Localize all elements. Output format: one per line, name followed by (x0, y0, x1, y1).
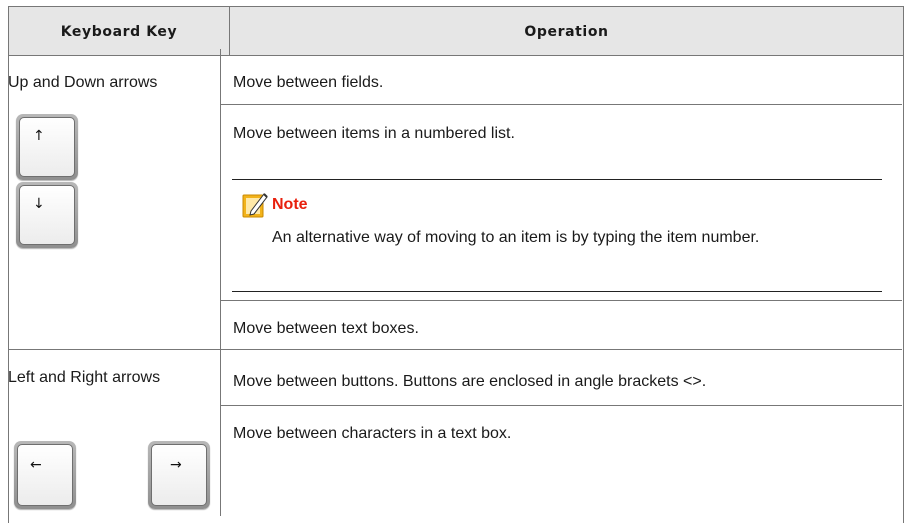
arrow-left-icon: ← (30, 457, 42, 473)
row-divider (221, 300, 902, 301)
note-title: Note (272, 196, 308, 213)
note-body: An alternative way of moving to an item … (272, 229, 760, 246)
arrow-up-icon: ↑ (33, 128, 45, 144)
header-keyboard-key: Keyboard Key (9, 7, 230, 55)
note-top-rule (232, 179, 882, 180)
operation-text: Move between fields. (233, 74, 384, 91)
note-pencil-icon (242, 193, 268, 218)
key-label-up-down: Up and Down arrows (8, 74, 158, 91)
header-operation: Operation (524, 24, 609, 40)
operation-text: Move between items in a numbered list. (233, 125, 515, 142)
table-header-row: Keyboard Key Operation (9, 7, 903, 56)
column-divider (220, 49, 221, 516)
row-divider (221, 405, 902, 406)
note-bottom-rule (232, 291, 882, 292)
right-arrow-key: → (148, 441, 210, 509)
key-label-left-right: Left and Right arrows (8, 369, 161, 386)
arrow-down-icon: ↓ (33, 196, 45, 212)
down-arrow-key: ↓ (16, 182, 78, 248)
row-divider (8, 349, 902, 350)
operation-text: Move between characters in a text box. (233, 425, 512, 442)
arrow-right-icon: → (170, 457, 182, 473)
operation-text: Move between text boxes. (233, 320, 419, 337)
left-arrow-key: ← (14, 441, 76, 509)
up-arrow-key: ↑ (16, 114, 78, 180)
row-divider (221, 104, 902, 105)
operation-text: Move between buttons. Buttons are enclos… (233, 373, 707, 390)
